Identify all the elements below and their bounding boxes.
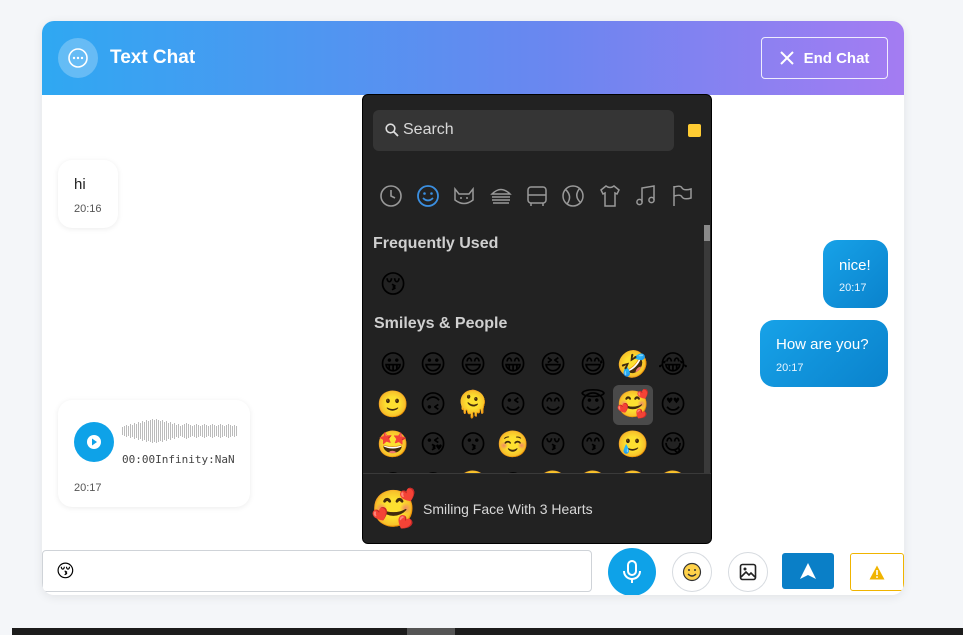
emoji-button[interactable]: 😁 [493,345,533,385]
emoji-scrollbar[interactable] [704,225,710,473]
message-time: 20:17 [776,362,804,374]
emoji-button[interactable]: 😍 [653,385,693,425]
horizontal-scrollbar[interactable] [12,628,963,635]
warning-icon [869,565,885,579]
emoji-button[interactable]: 🫠 [453,385,493,425]
preview-emoji: 🥰 [371,488,416,529]
emoji-button[interactable]: 🤑 [533,465,573,473]
smileys-icon[interactable] [415,183,441,209]
food-icon[interactable] [488,183,514,209]
emoji-button[interactable]: 😄 [453,345,493,385]
emoji-button[interactable]: 😆 [533,345,573,385]
emoji-button[interactable]: 🤗 [573,465,613,473]
chat-bubble-icon [58,38,98,78]
chat-header: Text Chat End Chat [42,21,904,95]
emoji-button[interactable]: 🤪 [453,465,493,473]
emoji-button[interactable]: 😘 [413,425,453,465]
emoji-button[interactable]: 😜 [413,465,453,473]
image-upload-button[interactable] [728,552,768,592]
report-button[interactable] [850,553,904,591]
animals-icon[interactable] [451,183,477,209]
objects-icon[interactable] [597,183,623,209]
microphone-icon [623,560,641,583]
emoji-button[interactable]: 😉 [493,385,533,425]
emoji-button[interactable]: 😅 [573,345,613,385]
emoji-button[interactable]: 😂 [653,345,693,385]
emoji-button[interactable] [672,552,712,592]
message-text: hi [74,176,86,193]
audio-waveform[interactable] [122,419,238,443]
emoji-button[interactable]: 🙃 [413,385,453,425]
message-time: 20:17 [839,282,867,294]
section-title-smileys: Smileys & People [374,315,508,332]
search-icon [385,123,399,137]
activities-icon[interactable] [560,183,586,209]
emoji-button[interactable]: 🤩 [373,425,413,465]
emoji-search[interactable] [373,110,674,151]
audio-duration: 00:00Infinity:NaN [122,453,235,466]
symbols-icon[interactable] [633,183,659,209]
emoji-button[interactable]: 😃 [413,345,453,385]
emoji-button[interactable]: 🫢 [653,465,693,473]
travel-icon[interactable] [524,183,550,209]
message-text: nice! [839,257,871,274]
audio-message: 00:00Infinity:NaN 20:17 [58,400,250,507]
emoji-button[interactable]: 😊 [533,385,573,425]
message-bubble: nice! 20:17 [823,240,888,308]
emoji-button[interactable]: 🙂 [373,385,413,425]
message-time: 20:16 [74,203,102,215]
emoji-picker: Frequently Used 😚 Smileys & People 😀 😃 😄… [362,94,712,544]
flags-icon[interactable] [669,183,695,209]
message-bubble: How are you? 20:17 [760,320,888,387]
emoji-button[interactable]: 😚 [373,265,413,305]
scrollbar-thumb[interactable] [407,628,455,635]
input-emoji: 😚 [56,561,75,581]
emoji-button[interactable]: 😀 [373,345,413,385]
page-title: Text Chat [110,47,196,68]
emoji-button[interactable]: 🤣 [613,345,653,385]
emoji-category-bar [373,177,703,213]
emoji-button[interactable]: 😗 [453,425,493,465]
smiley-icon [682,562,702,582]
preview-emoji-name: Smiling Face With 3 Hearts [423,501,593,517]
end-chat-button[interactable]: End Chat [761,37,888,79]
image-icon [739,563,757,581]
scrollbar-thumb[interactable] [704,225,710,241]
emoji-preview: 🥰 Smiling Face With 3 Hearts [363,473,711,543]
play-icon [87,435,101,449]
emoji-search-input[interactable] [403,119,663,141]
message-text: How are you? [776,336,869,353]
emoji-button[interactable]: 😝 [493,465,533,473]
section-title-frequent: Frequently Used [373,235,499,252]
message-bubble: hi 20:16 [58,160,118,228]
emoji-button[interactable]: ☺️ [493,425,533,465]
emoji-button[interactable]: 🥲 [613,425,653,465]
emoji-button[interactable]: 🤭 [613,465,653,473]
emoji-button-selected[interactable]: 🥰 [613,385,653,425]
voice-record-button[interactable] [608,548,656,595]
send-icon [800,563,816,579]
emoji-grid[interactable]: Frequently Used 😚 Smileys & People 😀 😃 😄… [363,225,711,473]
emoji-button[interactable]: 😇 [573,385,613,425]
message-input[interactable]: 😚 [42,550,592,592]
recent-icon[interactable] [378,183,404,209]
skin-tone-selector[interactable] [688,124,701,137]
end-chat-label: End Chat [803,49,870,67]
close-icon [779,51,794,65]
emoji-button[interactable]: 😙 [573,425,613,465]
send-button[interactable] [782,553,834,589]
emoji-button[interactable]: 😋 [653,425,693,465]
emoji-button[interactable]: 😛 [373,465,413,473]
message-time: 20:17 [74,482,102,494]
emoji-button[interactable]: 😚 [533,425,573,465]
play-button[interactable] [74,422,114,462]
